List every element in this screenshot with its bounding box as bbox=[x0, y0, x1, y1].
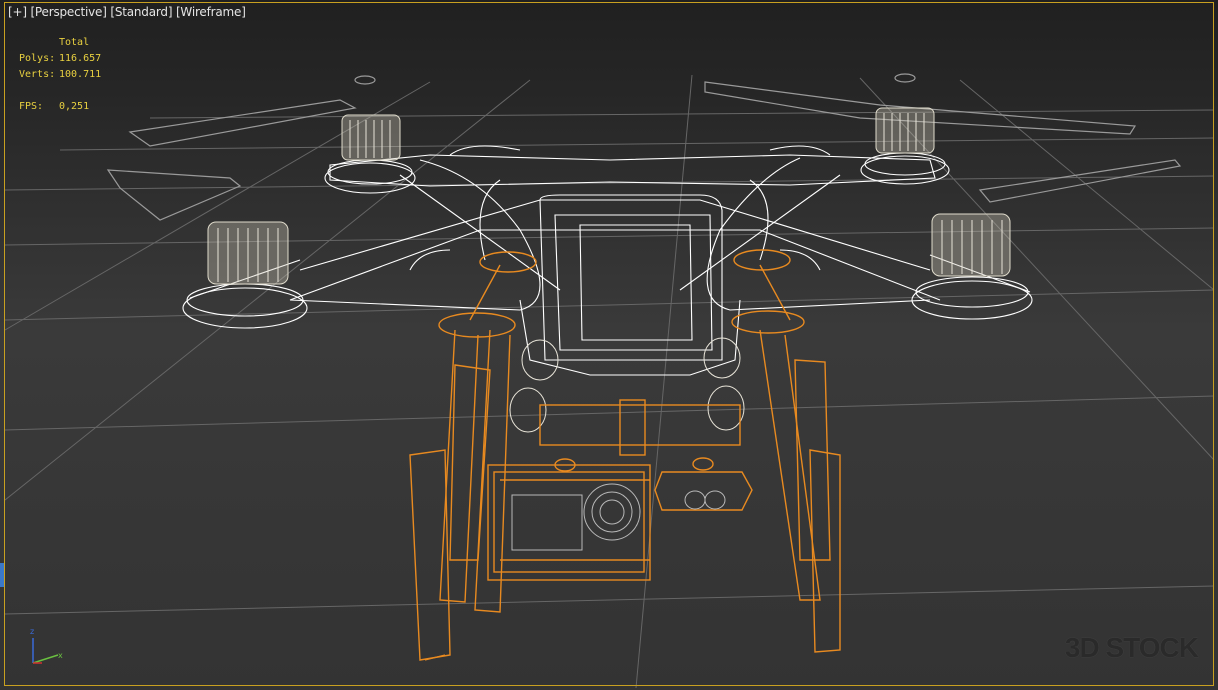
polys-value: 116.657 bbox=[59, 53, 102, 64]
propellers bbox=[106, 73, 1182, 221]
viewport-general-menu[interactable]: [+] bbox=[8, 5, 27, 19]
viewport-label-menu: [+] [Perspective] [Standard] [Wireframe] bbox=[8, 5, 246, 19]
ground-grid bbox=[4, 74, 1215, 689]
axis-x-label: x bbox=[58, 651, 63, 660]
camera bbox=[511, 483, 726, 551]
verts-value: 100.711 bbox=[59, 69, 102, 80]
fps-value: 0,251 bbox=[59, 101, 90, 112]
axis-z-label: z bbox=[30, 627, 35, 636]
drone-wireframe-scene bbox=[4, 73, 1215, 689]
verts-label: Verts: bbox=[19, 69, 56, 80]
axis-tripod-icon bbox=[32, 638, 59, 664]
watermark-logo: 3D STOCK bbox=[1064, 632, 1199, 663]
landing-gear-and-gimbal bbox=[409, 249, 841, 661]
perspective-viewport[interactable]: [+] [Perspective] [Standard] [Wireframe]… bbox=[0, 0, 1218, 690]
stats-header: Total bbox=[59, 37, 90, 48]
viewport-shading-standard-menu[interactable]: [Standard] bbox=[110, 5, 172, 19]
frame-wireframe bbox=[182, 145, 1033, 376]
fps-label: FPS: bbox=[19, 101, 44, 112]
viewport-shading-wireframe-menu[interactable]: [Wireframe] bbox=[176, 5, 246, 19]
viewport-point-of-view-menu[interactable]: [Perspective] bbox=[30, 5, 106, 19]
side-panel-tab[interactable] bbox=[0, 563, 4, 587]
polys-label: Polys: bbox=[19, 53, 56, 64]
